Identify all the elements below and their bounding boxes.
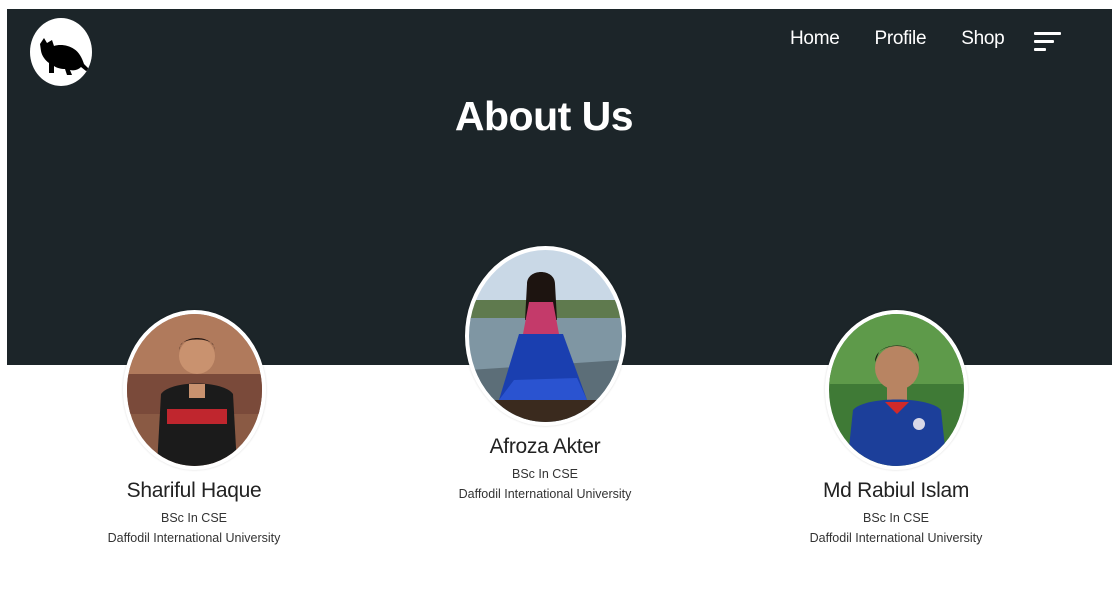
member-name: Md Rabiul Islam (822, 479, 970, 502)
team-member-card: Shariful Haque BSc In CSE Daffodil Inter… (44, 310, 344, 545)
about-page: Home Profile Shop About Us Shariful Haqu… (0, 0, 1112, 591)
member-university: Daffodil International University (107, 531, 281, 545)
member-degree: BSc In CSE (863, 511, 929, 525)
menu-icon[interactable] (1034, 32, 1061, 52)
member-name: Afroza Akter (489, 435, 601, 458)
nav-shop-link[interactable]: Shop (961, 28, 1004, 50)
member-avatar (824, 310, 968, 470)
member-degree: BSc In CSE (161, 511, 227, 525)
team-member-card: Md Rabiul Islam BSc In CSE Daffodil Inte… (746, 310, 1046, 545)
member-name: Shariful Haque (126, 479, 262, 502)
member-avatar (122, 310, 266, 470)
member-degree: BSc In CSE (512, 467, 578, 481)
page-title: About Us (454, 93, 634, 139)
member-university: Daffodil International University (458, 487, 632, 501)
main-nav: Home Profile Shop (790, 28, 1039, 50)
nav-home-link[interactable]: Home (790, 28, 840, 50)
team-member-card: Afroza Akter BSc In CSE Daffodil Interna… (395, 246, 695, 501)
cat-logo-icon[interactable] (30, 18, 92, 86)
member-avatar (464, 246, 626, 426)
member-university: Daffodil International University (809, 531, 983, 545)
nav-profile-link[interactable]: Profile (874, 28, 926, 50)
